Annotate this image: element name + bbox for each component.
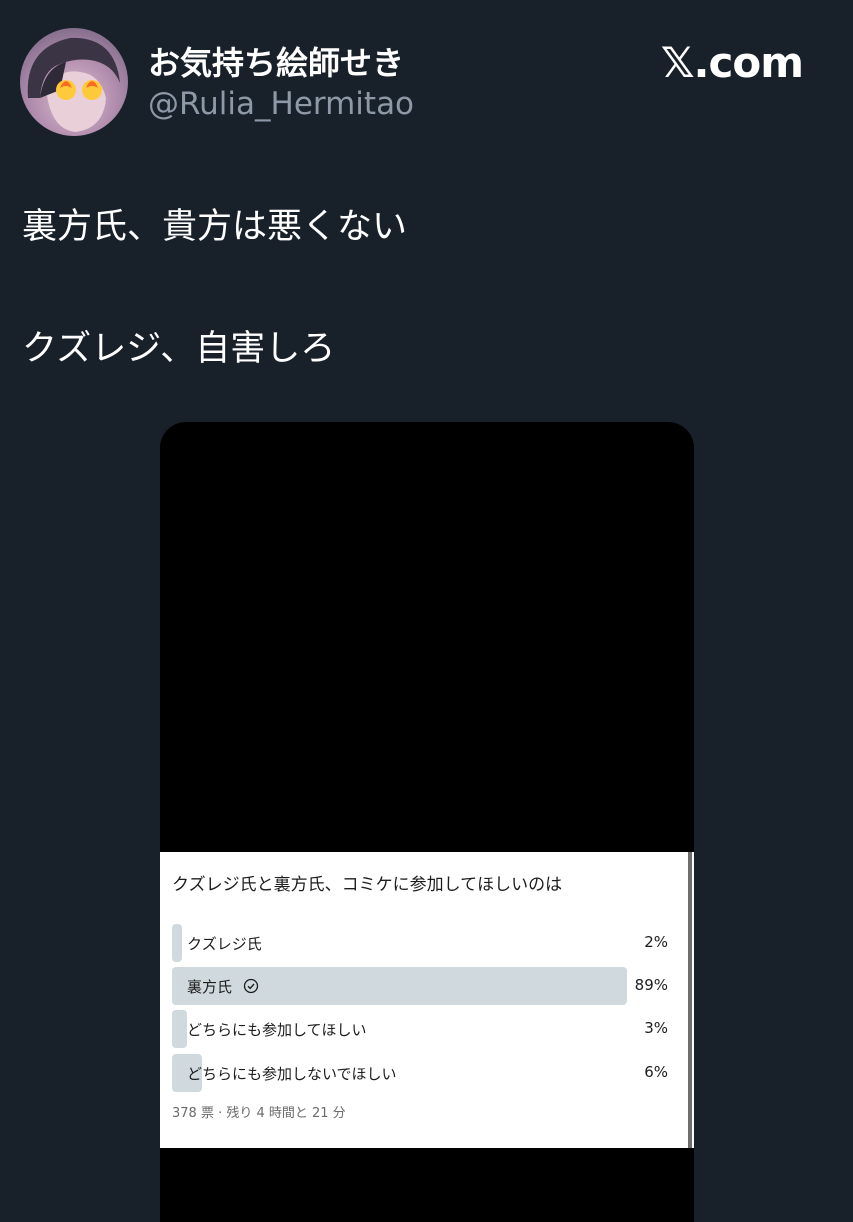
tweet-text-line-1: 裏方氏、貴方は悪くない	[22, 207, 408, 247]
poll-screenshot: クズレジ氏と裏方氏、コミケに参加してほしいのは クズレジ氏 2% 裏方氏 89%…	[160, 852, 694, 1148]
poll-option-percent: 6%	[644, 1063, 668, 1081]
poll-meta: 378 票 · 残り 4 時間と 21 分	[172, 1106, 346, 1121]
poll-option-label: どちらにも参加してほしい	[187, 1021, 367, 1039]
poll-option-label: どちらにも参加しないでほしい	[187, 1065, 397, 1083]
poll-question: クズレジ氏と裏方氏、コミケに参加してほしいのは	[172, 875, 563, 895]
poll-option-percent: 3%	[644, 1019, 668, 1037]
poll-option-percent: 89%	[634, 976, 668, 994]
poll-option: どちらにも参加してほしい 3%	[172, 1010, 668, 1048]
author-handle[interactable]: @Rulia_Hermitao	[148, 86, 414, 122]
x-logo: 𝕏.com	[660, 38, 804, 87]
tweet-text-line-2: クズレジ、自害しろ	[22, 329, 336, 369]
avatar-illustration	[27, 37, 120, 132]
poll-option-label: クズレジ氏	[187, 935, 262, 953]
poll-option: クズレジ氏 2%	[172, 924, 668, 962]
author-avatar[interactable]	[20, 28, 128, 136]
poll-option: 裏方氏 89%	[172, 967, 668, 1005]
scrollbar	[688, 852, 692, 1148]
check-circle-icon	[243, 978, 258, 994]
poll-option-percent: 2%	[644, 933, 668, 951]
poll-option-bar	[172, 924, 182, 962]
poll-option-bar	[172, 1010, 187, 1048]
poll-option: どちらにも参加しないでほしい 6%	[172, 1054, 668, 1092]
poll-option-label: 裏方氏	[187, 978, 233, 996]
author-display-name[interactable]: お気持ち絵師せき	[148, 38, 404, 84]
tweet-media-image[interactable]: クズレジ氏と裏方氏、コミケに参加してほしいのは クズレジ氏 2% 裏方氏 89%…	[160, 422, 694, 1222]
